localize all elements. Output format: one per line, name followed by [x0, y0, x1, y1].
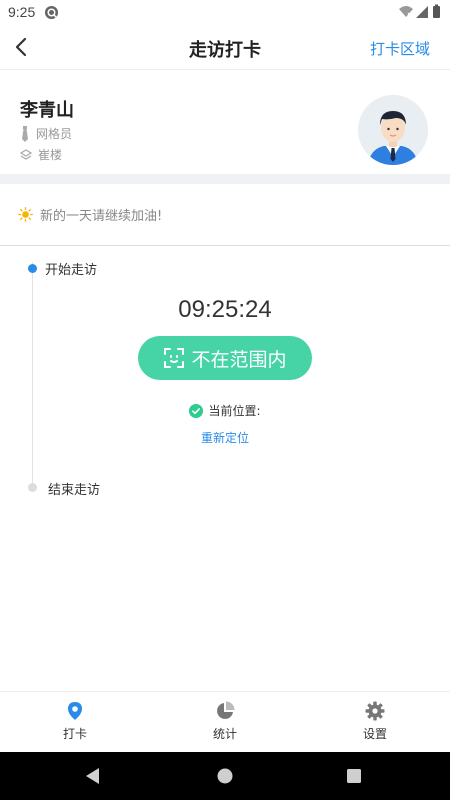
- user-role: 网格员: [36, 127, 73, 141]
- gear-icon: [365, 701, 385, 721]
- tip-text: 新的一天请继续加油!: [40, 209, 163, 224]
- check-circle-icon: [189, 403, 204, 418]
- tab-stats-label: 统计: [212, 727, 237, 741]
- user-avatar-icon: [358, 95, 428, 165]
- location-label: 当前位置:: [208, 404, 261, 418]
- current-location: 当前位置:: [0, 402, 450, 419]
- tab-settings-label: 设置: [362, 727, 387, 741]
- relocate-link[interactable]: 重新定位: [0, 429, 450, 446]
- signal-icon: [416, 6, 428, 18]
- tip-divider: [0, 245, 450, 246]
- user-location: 崔楼: [38, 148, 63, 162]
- tab-checkin[interactable]: 打卡: [0, 692, 150, 752]
- wifi-icon: [399, 6, 413, 18]
- checkin-button-label: 不在范围内: [191, 348, 287, 371]
- timeline-start-dot: [28, 264, 37, 273]
- timeline-start-label: 开始走访: [45, 263, 98, 278]
- location-pin-icon: [68, 702, 82, 720]
- recents-square-icon[interactable]: [345, 767, 363, 785]
- location-row: 崔楼: [20, 146, 62, 163]
- back-triangle-icon[interactable]: [84, 767, 102, 785]
- current-time: 09:25:24: [178, 296, 272, 323]
- checkin-area-button[interactable]: 打卡区域: [370, 38, 430, 59]
- checkin-button[interactable]: 不在范围内: [138, 336, 312, 380]
- tab-settings[interactable]: 设置: [300, 692, 450, 752]
- battery-icon: [433, 6, 440, 18]
- status-time: 9:25: [8, 4, 36, 20]
- status-icons: [399, 4, 440, 18]
- bottom-tab-bar: 打卡 统计 设置: [0, 691, 450, 752]
- section-divider: [0, 174, 450, 184]
- user-name: 李青山: [20, 100, 74, 121]
- profile-card: 李青山 网格员 崔楼: [0, 70, 450, 174]
- daily-tip: 新的一天请继续加油!: [18, 205, 162, 224]
- sun-icon: [18, 207, 33, 222]
- app-notification-icon: [44, 5, 59, 20]
- app-header: 走访打卡 打卡区域: [0, 24, 450, 70]
- status-bar: 9:25: [0, 0, 450, 24]
- scan-frame-icon: [164, 348, 185, 368]
- timeline-end-label: 结束走访: [48, 483, 101, 498]
- tie-icon: [22, 125, 28, 142]
- tab-checkin-label: 打卡: [62, 727, 87, 741]
- avatar[interactable]: [358, 95, 428, 165]
- system-navigation-bar: [0, 752, 450, 800]
- pie-chart-icon: [217, 701, 235, 719]
- timeline-end-dot: [28, 483, 37, 492]
- role-row: 网格员: [20, 125, 72, 142]
- area-icon: [20, 148, 32, 160]
- home-circle-icon[interactable]: [216, 767, 234, 785]
- tab-stats[interactable]: 统计: [150, 692, 300, 752]
